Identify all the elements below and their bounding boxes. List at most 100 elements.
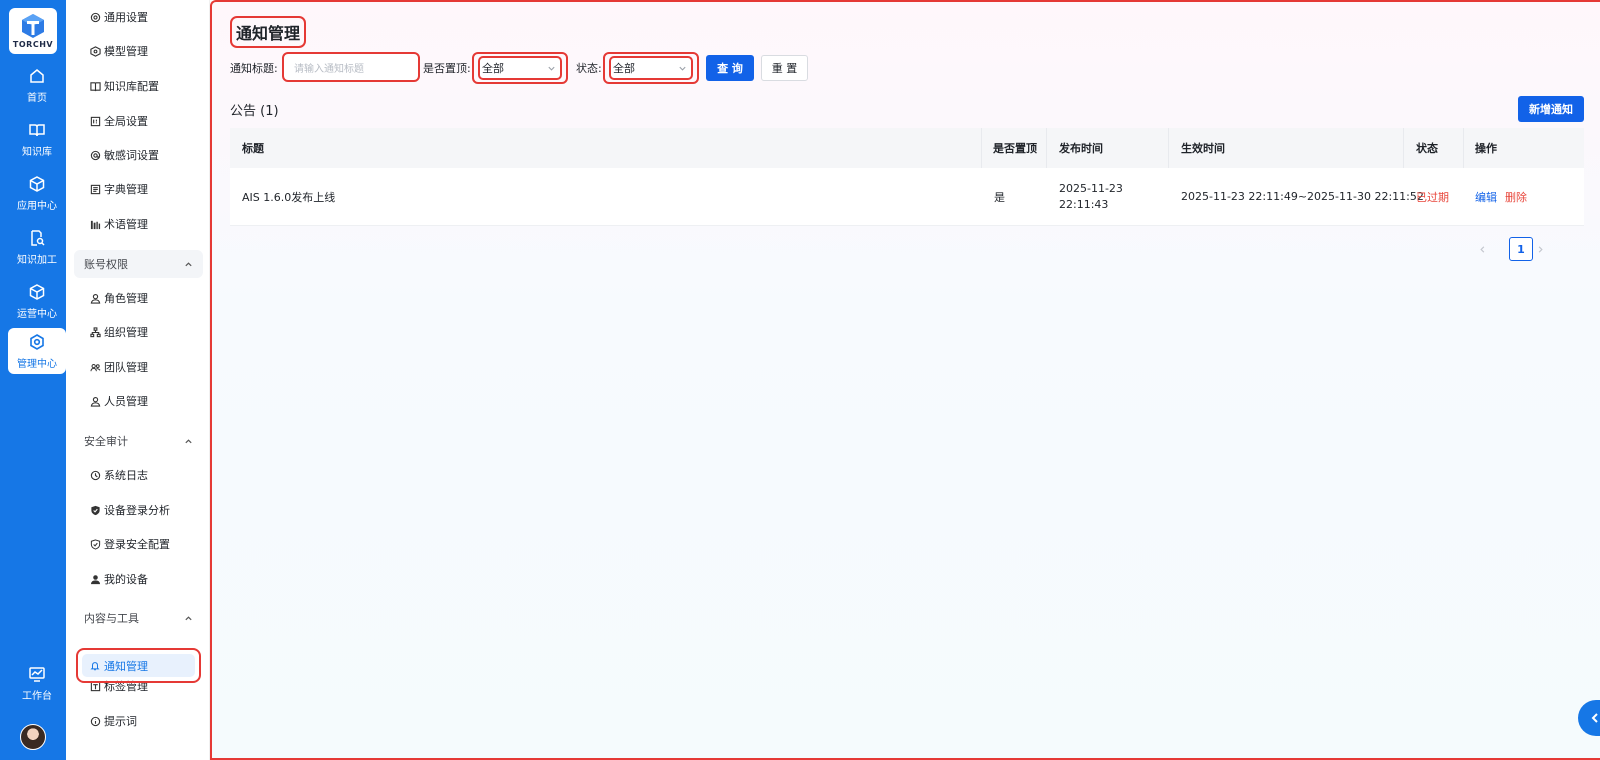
app-logo[interactable]: TORCHV [9, 8, 57, 54]
left-rail: TORCHV 首页 知识库 应用中心 知识加工 运营中心 管理中心 工作台 [0, 0, 66, 760]
sidebar-item-dictionary[interactable]: 字典管理 [90, 178, 148, 200]
sidebar-item-login-security-config[interactable]: 登录安全配置 [90, 533, 170, 555]
rail-item-label: 运营中心 [17, 308, 57, 320]
publish-clock: 22:11:43 [1059, 197, 1109, 211]
filter-status-label: 状态: [576, 62, 602, 75]
cube-icon [29, 283, 45, 300]
edit-link[interactable]: 编辑 [1475, 189, 1497, 205]
user-icon [90, 293, 101, 304]
rail-item-knowledge-base[interactable]: 知识库 [8, 116, 66, 162]
pagination-prev[interactable] [1474, 237, 1490, 261]
notification-table: 标题 是否置顶 发布时间 生效时间 状态 操作 AIS 1.6.0发布上线 是 … [230, 128, 1584, 226]
query-button[interactable]: 查 询 [706, 55, 754, 81]
sidebar-item-label: 组织管理 [104, 326, 148, 339]
pagination-next[interactable] [1532, 237, 1548, 261]
book-icon [29, 123, 45, 136]
announcement-count-title: 公告 (1) [230, 104, 279, 119]
sidebar-item-label: 术语管理 [104, 218, 148, 231]
rail-item-label: 管理中心 [17, 358, 57, 370]
sidebar-group-content-tools[interactable]: 内容与工具 [74, 604, 203, 632]
sidebar-item-device-login-analysis[interactable]: 设备登录分析 [90, 499, 170, 521]
rail-item-label: 应用中心 [17, 200, 57, 212]
pinned-select[interactable]: 全部 [478, 56, 562, 80]
column-divider [1046, 128, 1047, 168]
header-is-top: 是否置顶 [993, 142, 1037, 155]
sidebar: 通用设置 模型管理 知识库配置 全局设置 敏感词设置 字典管理 术语管理 账号权… [66, 0, 210, 760]
cube-icon [29, 175, 45, 192]
sidebar-item-staff-management[interactable]: 人员管理 [90, 390, 148, 412]
header-publish-time: 发布时间 [1059, 142, 1103, 155]
pinned-select-highlight: 全部 [472, 52, 568, 84]
sidebar-item-label: 我的设备 [104, 573, 148, 586]
sidebar-group-label: 内容与工具 [84, 612, 139, 625]
notification-title-input[interactable]: 请输入通知标题 [282, 52, 420, 82]
sidebar-item-label: 模型管理 [104, 45, 148, 58]
main-content: 通知管理 通知标题: 请输入通知标题 是否置顶: 全部 状态: 全部 查 询 重… [210, 0, 1600, 760]
shield-check-icon [91, 505, 100, 515]
at-icon [90, 150, 101, 160]
sidebar-group-account-permissions[interactable]: 账号权限 [74, 250, 203, 278]
sidebar-item-general-settings[interactable]: 通用设置 [90, 6, 148, 28]
doc-search-icon [31, 229, 45, 246]
sidebar-item-my-devices[interactable]: 我的设备 [90, 568, 148, 590]
chevron-up-icon [185, 438, 192, 443]
sidebar-item-prompts[interactable]: 提示词 [90, 710, 137, 732]
chevron-left-icon [1591, 713, 1598, 723]
sidebar-group-security-audit[interactable]: 安全审计 [74, 427, 203, 455]
list-icon [90, 184, 101, 194]
table-row: AIS 1.6.0发布上线 是 2025-11-23 22:11:43 2025… [230, 168, 1584, 226]
delete-link[interactable]: 删除 [1505, 189, 1527, 205]
model-icon [90, 45, 101, 57]
row-is-top: 是 [994, 190, 1005, 204]
header-effective-time: 生效时间 [1181, 142, 1225, 155]
header-actions: 操作 [1475, 142, 1497, 155]
monitor-chart-icon [29, 666, 45, 682]
sidebar-item-role-management[interactable]: 角色管理 [90, 287, 148, 309]
rail-item-home[interactable]: 首页 [8, 62, 66, 108]
sidebar-item-label: 全局设置 [104, 115, 148, 128]
sidebar-group-label: 账号权限 [84, 258, 128, 271]
panel-icon [90, 116, 101, 126]
sidebar-item-sensitive-words[interactable]: 敏感词设置 [90, 144, 159, 166]
sidebar-item-notification-management[interactable]: 通知管理 [76, 648, 201, 683]
user-icon [90, 396, 101, 407]
sidebar-item-label: 角色管理 [104, 292, 148, 305]
chevron-up-icon [185, 615, 192, 620]
rail-item-knowledge-processing[interactable]: 知识加工 [8, 224, 66, 270]
chevron-up-icon [185, 261, 192, 266]
input-placeholder: 请输入通知标题 [294, 63, 364, 75]
rail-item-workbench[interactable]: 工作台 [8, 660, 66, 706]
rail-item-operations-center[interactable]: 运营中心 [8, 278, 66, 324]
sidebar-item-model-management[interactable]: 模型管理 [90, 40, 148, 62]
row-effective-time: 2025-11-23 22:11:49~2025-11-30 22:11:52 [1181, 190, 1424, 203]
publish-date: 2025-11-23 [1059, 181, 1123, 195]
sidebar-item-team-management[interactable]: 团队管理 [90, 356, 148, 378]
column-divider [981, 128, 982, 168]
sidebar-item-terminology[interactable]: 术语管理 [90, 213, 148, 235]
column-divider [1463, 128, 1464, 168]
home-icon [30, 68, 44, 83]
gear-hex-icon [30, 333, 44, 350]
user-avatar[interactable] [20, 724, 46, 750]
header-status: 状态 [1416, 142, 1438, 155]
rail-item-app-center[interactable]: 应用中心 [8, 170, 66, 216]
sidebar-item-label: 人员管理 [104, 395, 148, 408]
status-select[interactable]: 全部 [609, 56, 693, 80]
sidebar-item-system-log[interactable]: 系统日志 [90, 464, 148, 486]
rail-item-admin-center[interactable]: 管理中心 [8, 328, 66, 374]
sidebar-item-global-settings[interactable]: 全局设置 [90, 110, 148, 132]
reset-button[interactable]: 重 置 [761, 55, 808, 81]
add-notification-button[interactable]: 新增通知 [1518, 96, 1584, 122]
sidebar-item-org-management[interactable]: 组织管理 [90, 321, 148, 343]
chevron-down-icon [548, 66, 555, 71]
torchv-logo-icon [22, 14, 44, 38]
pagination-page-1[interactable]: 1 [1509, 237, 1533, 261]
sidebar-item-label: 团队管理 [104, 361, 148, 374]
logo-text: TORCHV [12, 40, 54, 49]
filter-top-label: 是否置顶: [423, 62, 471, 75]
team-icon [90, 363, 101, 371]
sidebar-item-label: 通用设置 [104, 11, 148, 24]
sidebar-item-label: 字典管理 [104, 183, 148, 196]
sidebar-item-kb-config[interactable]: 知识库配置 [90, 75, 159, 97]
person-icon [90, 574, 101, 584]
